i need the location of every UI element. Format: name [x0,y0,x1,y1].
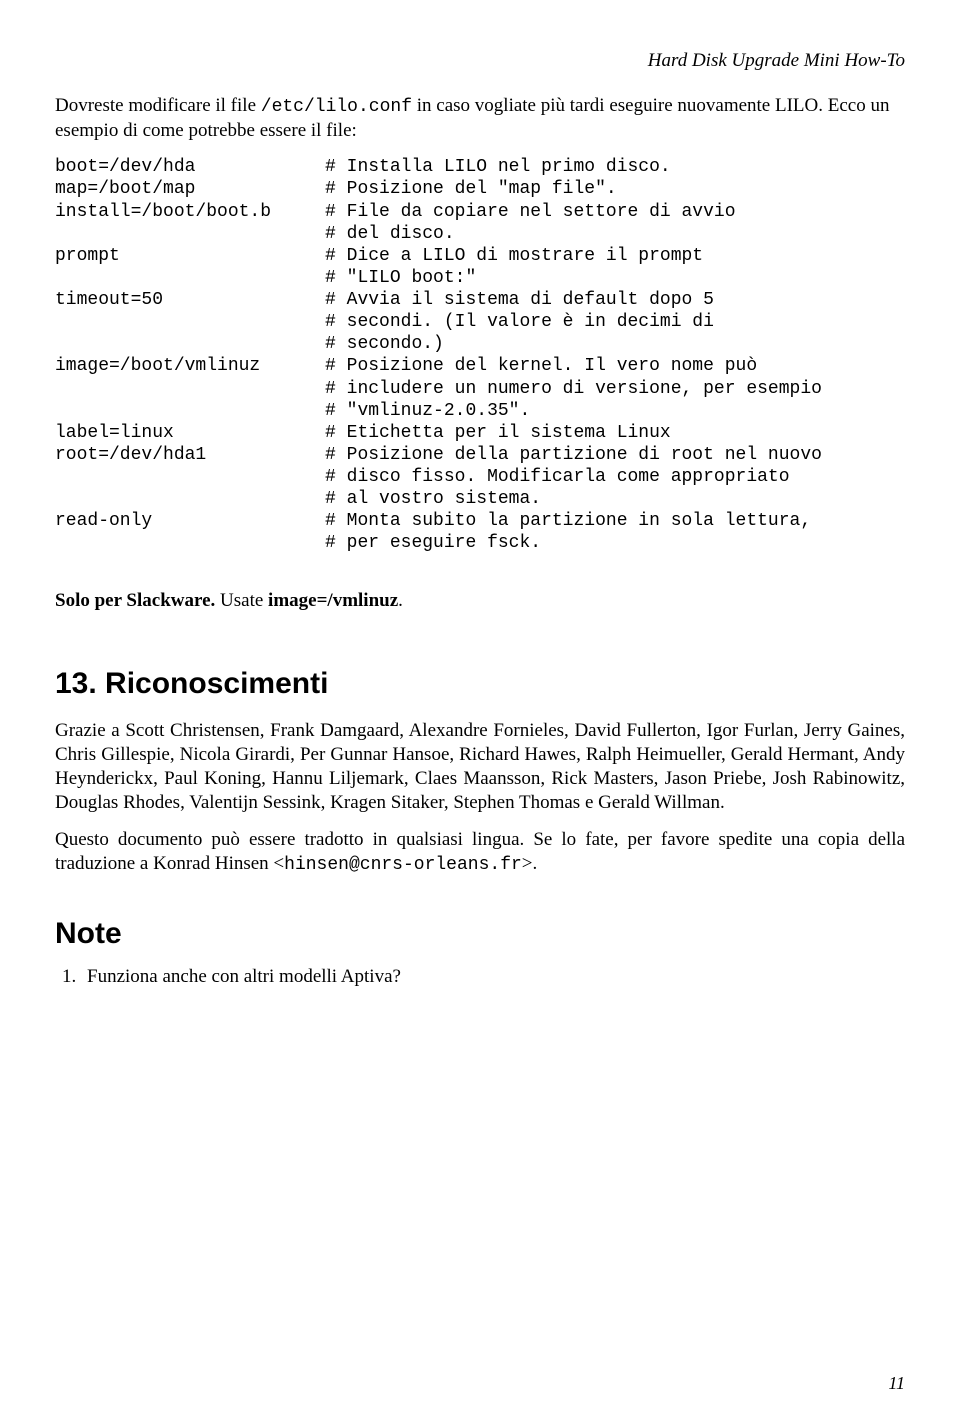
slackware-note: Solo per Slackware. Usate image=/vmlinuz… [55,589,905,613]
lilo-conf-code-block: boot=/dev/hda # Installa LILO nel primo … [55,156,905,554]
note-item-1: Funziona anche con altri modelli Aptiva? [81,965,905,989]
acknowledgements-paragraph: Grazie a Scott Christensen, Frank Damgaa… [55,719,905,814]
intro-paragraph: Dovreste modificare il file /etc/lilo.co… [55,94,905,142]
translation-email: hinsen@cnrs-orleans.fr [284,855,522,875]
running-head: Hard Disk Upgrade Mini How-To [55,50,905,72]
slackware-bold-2: image=/vmlinuz [268,590,398,611]
section-13-heading: 13. Riconoscimenti [55,667,905,701]
slackware-bold-1: Solo per Slackware. [55,590,215,611]
intro-text-1: Dovreste modificare il file [55,95,261,116]
intro-code-path: /etc/lilo.conf [261,97,412,117]
notes-heading: Note [55,917,905,951]
slackware-mid: Usate [215,590,268,611]
slackware-tail: . [398,590,403,611]
page-number: 11 [888,1373,905,1394]
page-container: Hard Disk Upgrade Mini How-To Dovreste m… [0,0,960,1420]
translation-text-2: >. [522,853,537,874]
translation-paragraph: Questo documento può essere tradotto in … [55,828,905,876]
notes-list: Funziona anche con altri modelli Aptiva? [55,965,905,989]
